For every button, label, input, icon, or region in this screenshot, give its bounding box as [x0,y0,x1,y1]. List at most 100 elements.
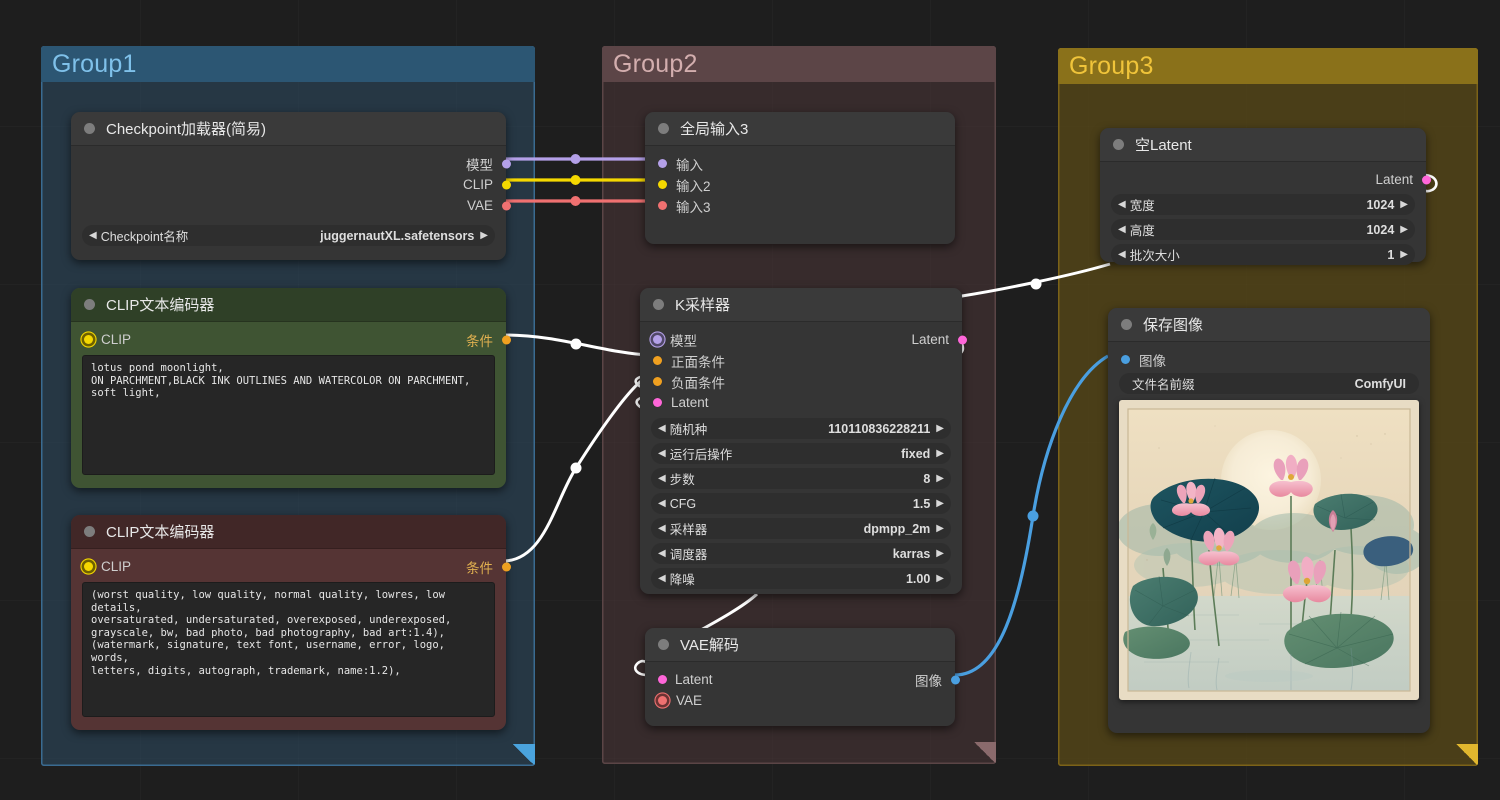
arrow-left-icon[interactable]: ◀ [89,230,97,241]
node-ksampler[interactable]: K采样器 模型 Latent 正面条件 负面条件 Latent ◀ 随机种 11… [640,288,967,594]
output-slot-clip[interactable]: CLIP [71,174,511,195]
arrow-right-icon[interactable]: ▶ [936,473,944,484]
collapse-icon[interactable] [1113,139,1124,150]
port-latent-out[interactable] [1421,175,1431,184]
port-conditioning-out[interactable] [501,562,511,571]
node-checkpoint-loader[interactable]: Checkpoint加载器(简易) 模型 CLIP VAE ◀ Checkpoi… [71,112,511,260]
node-empty-latent-image[interactable]: 空Latent Latent ◀ 宽度 1024 ▶ ◀ 高度 1024 ▶ ◀… [1100,128,1431,265]
arrow-left-icon[interactable]: ◀ [1118,249,1126,260]
port-input-1[interactable] [658,159,667,168]
input-slot-image[interactable]: 图像 [1108,349,1430,370]
output-slot-conditioning[interactable]: 条件 [466,330,511,350]
arrow-right-icon[interactable]: ▶ [936,573,944,584]
port-conditioning-out[interactable] [501,335,511,344]
output-slot-model[interactable]: 模型 [71,153,511,174]
collapse-icon[interactable] [84,123,95,134]
group-title-3[interactable]: Group3 [1058,48,1478,84]
input-slot-clip[interactable]: CLIP [84,332,131,347]
input-slot-negative[interactable]: 负面条件 [640,371,962,392]
output-slot-vae[interactable]: VAE [71,195,511,216]
node-global-input[interactable]: 全局输入3 输入 输入2 输入3 [645,112,955,244]
arrow-right-icon[interactable]: ▶ [936,498,944,509]
collapse-icon[interactable] [84,526,95,537]
widget-checkpoint-name[interactable]: ◀ Checkpoint名称 juggernautXL.safetensors … [82,225,495,246]
prompt-textarea-negative[interactable]: (worst quality, low quality, normal qual… [82,582,495,717]
port-input-2[interactable] [658,180,667,189]
group-title-1[interactable]: Group1 [41,46,535,82]
output-slot-image[interactable]: 图像 [915,670,960,690]
node-save-image[interactable]: 保存图像 图像 文件名前缀 ComfyUI [1108,308,1430,733]
input-slot-1[interactable]: 输入 [645,153,955,174]
arrow-right-icon[interactable]: ▶ [1400,224,1408,235]
port-model-in[interactable] [653,335,662,344]
image-preview[interactable] [1119,400,1419,700]
widget-cfg[interactable]: ◀ CFG 1.5 ▶ [651,493,951,514]
node-clip-text-encode-positive[interactable]: CLIP文本编码器 CLIP 条件 lotus pond moonlight, … [71,288,511,488]
widget-width[interactable]: ◀ 宽度 1024 ▶ [1111,194,1415,215]
port-clip-out[interactable] [501,180,511,189]
input-slot-model[interactable]: 模型 [653,330,697,350]
arrow-right-icon[interactable]: ▶ [936,423,944,434]
output-slot-conditioning[interactable]: 条件 [466,557,511,577]
collapse-icon[interactable] [658,123,669,134]
widget-steps[interactable]: ◀ 步数 8 ▶ [651,468,951,489]
port-clip-in[interactable] [84,562,93,571]
arrow-right-icon[interactable]: ▶ [1400,249,1408,260]
arrow-left-icon[interactable]: ◀ [658,448,666,459]
input-slot-positive[interactable]: 正面条件 [640,350,962,371]
collapse-icon[interactable] [653,299,664,310]
output-slot-latent[interactable]: Latent [1100,169,1431,190]
arrow-left-icon[interactable]: ◀ [658,573,666,584]
node-title-bar[interactable]: CLIP文本编码器 [71,515,506,549]
arrow-right-icon[interactable]: ▶ [936,548,944,559]
output-slot-latent[interactable]: Latent [911,332,967,347]
group-resize-handle-1[interactable] [513,744,535,766]
arrow-left-icon[interactable]: ◀ [658,548,666,559]
prompt-textarea-positive[interactable]: lotus pond moonlight, ON PARCHMENT,BLACK… [82,355,495,475]
arrow-right-icon[interactable]: ▶ [936,523,944,534]
port-vae-in[interactable] [658,696,667,705]
input-slot-vae[interactable]: VAE [645,690,955,711]
node-title-bar[interactable]: 空Latent [1100,128,1426,162]
node-graph-canvas[interactable]: Group1 Group2 Group3 Checkpoint加载器(简易) 模… [0,0,1500,800]
widget-denoise[interactable]: ◀ 降噪 1.00 ▶ [651,568,951,589]
port-positive-in[interactable] [653,356,662,365]
arrow-left-icon[interactable]: ◀ [1118,224,1126,235]
group-resize-handle-2[interactable] [974,742,996,764]
arrow-right-icon[interactable]: ▶ [936,448,944,459]
port-clip-in[interactable] [84,335,93,344]
arrow-left-icon[interactable]: ◀ [1118,199,1126,210]
widget-sampler-name[interactable]: ◀ 采样器 dpmpp_2m ▶ [651,518,951,539]
port-image-in[interactable] [1121,355,1130,364]
port-model-out[interactable] [501,159,511,168]
widget-scheduler[interactable]: ◀ 调度器 karras ▶ [651,543,951,564]
node-title-bar[interactable]: VAE解码 [645,628,955,662]
node-title-bar[interactable]: CLIP文本编码器 [71,288,506,322]
group-title-2[interactable]: Group2 [602,46,996,82]
arrow-left-icon[interactable]: ◀ [658,523,666,534]
input-slot-3[interactable]: 输入3 [645,195,955,216]
collapse-icon[interactable] [1121,319,1132,330]
widget-filename-prefix[interactable]: 文件名前缀 ComfyUI [1119,373,1419,394]
node-title-bar[interactable]: 全局输入3 [645,112,955,146]
collapse-icon[interactable] [658,639,669,650]
arrow-right-icon[interactable]: ▶ [480,230,488,241]
collapse-icon[interactable] [84,299,95,310]
arrow-left-icon[interactable]: ◀ [658,423,666,434]
port-input-3[interactable] [658,201,667,210]
widget-seed[interactable]: ◀ 随机种 110110836228211 ▶ [651,418,951,439]
input-slot-latent[interactable]: Latent [658,672,713,687]
input-slot-clip[interactable]: CLIP [84,559,131,574]
arrow-left-icon[interactable]: ◀ [658,473,666,484]
widget-control-after-generate[interactable]: ◀ 运行后操作 fixed ▶ [651,443,951,464]
port-latent-in[interactable] [653,398,662,407]
port-latent-in[interactable] [658,675,667,684]
port-image-out[interactable] [950,675,960,684]
port-vae-out[interactable] [501,201,511,210]
arrow-left-icon[interactable]: ◀ [658,498,666,509]
node-title-bar[interactable]: 保存图像 [1108,308,1430,342]
input-slot-2[interactable]: 输入2 [645,174,955,195]
widget-height[interactable]: ◀ 高度 1024 ▶ [1111,219,1415,240]
node-title-bar[interactable]: K采样器 [640,288,962,322]
node-title-bar[interactable]: Checkpoint加载器(简易) [71,112,506,146]
